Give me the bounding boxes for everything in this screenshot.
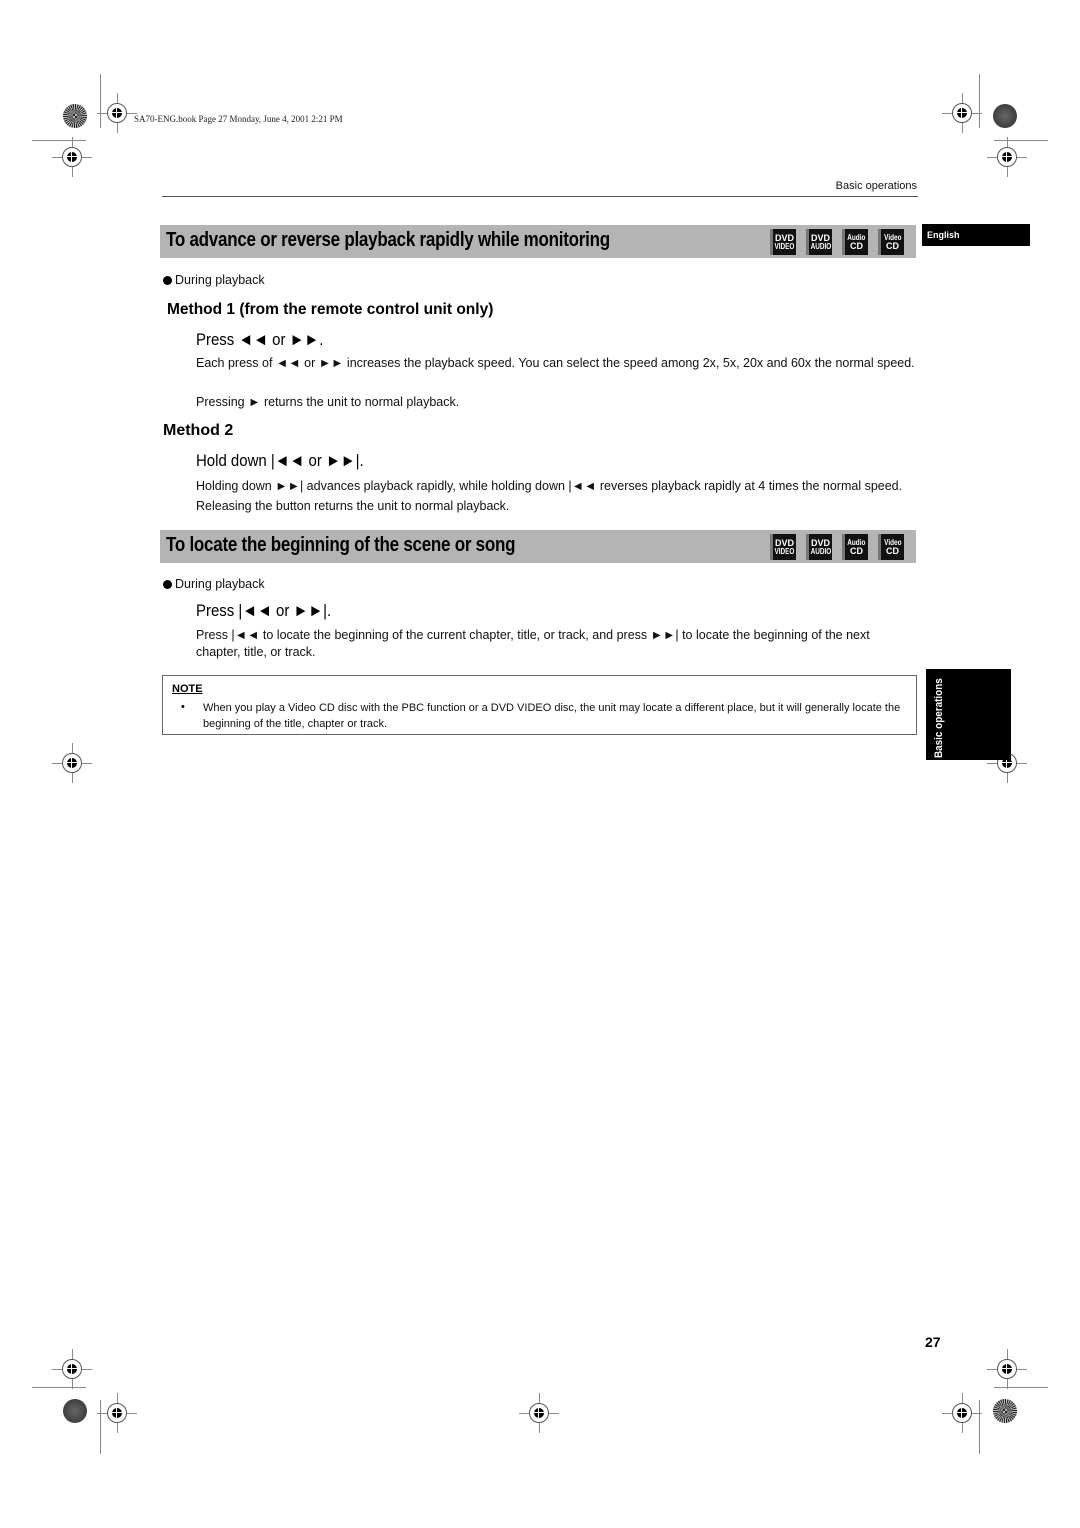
dvd-video-icon: DVD VIDEO: [770, 534, 796, 560]
dvd-audio-icon: DVD AUDIO: [806, 534, 832, 560]
crop-line: [979, 1400, 980, 1454]
method1-body-2: Pressing ► returns the unit to normal pl…: [196, 395, 460, 409]
disc-type-badges: DVD VIDEO DVD AUDIO Audio CD Video CD: [770, 229, 904, 255]
locate-body: Press |◄◄ to locate the beginning of the…: [196, 628, 870, 659]
bullet-icon: [163, 580, 172, 589]
crop-line: [32, 1387, 86, 1388]
method2-step: Hold down |◄◄ or ►►|.: [196, 451, 364, 470]
method1-step: Press ◄◄ or ►►.: [196, 330, 324, 349]
bullet-icon: [163, 276, 172, 285]
crop-line: [32, 140, 86, 141]
method1-heading: Method 1 (from the remote control unit o…: [167, 301, 494, 318]
method2-body: Holding down ►►| advances playback rapid…: [196, 479, 903, 513]
audio-cd-icon: Audio CD: [842, 229, 868, 255]
section-title: To locate the beginning of the scene or …: [166, 534, 516, 556]
note-text: When you play a Video CD disc with the P…: [203, 702, 901, 730]
crop-line: [979, 74, 980, 128]
note-box: NOTE • When you play a Video CD disc wit…: [162, 675, 917, 735]
registration-disc-icon: [63, 1399, 87, 1423]
crop-line: [100, 74, 101, 128]
method2-heading: Method 2: [163, 422, 234, 439]
registration-disc-icon: [63, 104, 87, 128]
registration-disc-icon: [993, 1399, 1017, 1423]
note-label: NOTE: [172, 683, 203, 695]
disc-type-badges: DVD VIDEO DVD AUDIO Audio CD Video CD: [770, 534, 904, 560]
condition-line: During playback: [163, 273, 265, 287]
running-head: Basic operations: [835, 180, 917, 192]
dvd-audio-icon: DVD AUDIO: [806, 229, 832, 255]
condition-line: During playback: [163, 577, 265, 591]
note-bullet: •: [181, 701, 185, 713]
dvd-video-icon: DVD VIDEO: [770, 229, 796, 255]
video-cd-icon: Video CD: [878, 534, 904, 560]
chapter-side-tab: Basic operations: [926, 669, 1011, 760]
audio-cd-icon: Audio CD: [842, 534, 868, 560]
language-tab: English: [922, 224, 1030, 246]
section-header-advance-reverse: To advance or reverse playback rapidly w…: [160, 225, 916, 258]
crop-line: [994, 140, 1048, 141]
locate-step: Press |◄◄ or ►►|.: [196, 601, 332, 620]
crop-line: [994, 1387, 1048, 1388]
section-title: To advance or reverse playback rapidly w…: [166, 229, 610, 251]
registration-disc-icon: [993, 104, 1017, 128]
header-rule: [162, 196, 918, 197]
page-number: 27: [925, 1334, 941, 1350]
video-cd-icon: Video CD: [878, 229, 904, 255]
file-meta: SA70-ENG.book Page 27 Monday, June 4, 20…: [134, 114, 343, 124]
crop-line: [100, 1400, 101, 1454]
section-header-locate: To locate the beginning of the scene or …: [160, 530, 916, 563]
method1-body: Each press of ◄◄ or ►► increases the pla…: [196, 356, 915, 370]
